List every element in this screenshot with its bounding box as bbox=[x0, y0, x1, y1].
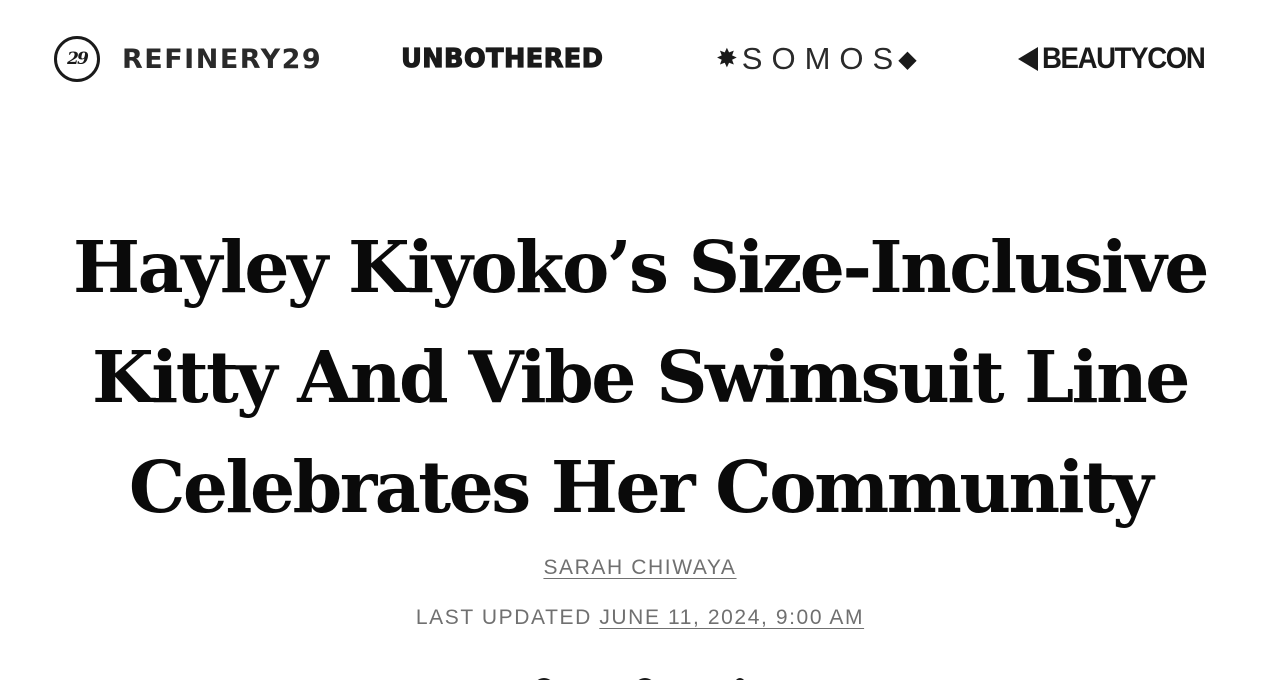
brand-bar: 29 REFINERY29 UNBOTHERED ✸ SOMOS ◆ BEAUT… bbox=[0, 30, 1280, 88]
beautycon-link[interactable]: BEAUTYCON bbox=[1018, 30, 1219, 88]
beautycon-name: BEAUTYCON bbox=[1042, 42, 1206, 75]
refinery29-logo-icon: 29 bbox=[54, 36, 100, 82]
refinery29-name: REFINERY29 bbox=[122, 43, 323, 75]
last-updated: LAST UPDATED JUNE 11, 2024, 9:00 AM bbox=[0, 606, 1280, 630]
byline: SARAH CHIWAYA bbox=[0, 556, 1280, 580]
somos-link[interactable]: ✸ SOMOS ◆ bbox=[716, 30, 917, 88]
article-title-line-3: Celebrates Her Community bbox=[128, 445, 1154, 529]
unbothered-name: UNBOTHERED bbox=[400, 43, 604, 74]
article-page: 29 REFINERY29 UNBOTHERED ✸ SOMOS ◆ BEAUT… bbox=[0, 0, 1280, 680]
refinery29-link[interactable]: 29 REFINERY29 bbox=[54, 30, 322, 88]
article-title-line-2: Kitty And Vibe Swimsuit Line bbox=[92, 335, 1190, 419]
somos-name: SOMOS bbox=[741, 41, 903, 76]
author-link[interactable]: SARAH CHIWAYA bbox=[543, 556, 736, 579]
last-updated-label: LAST UPDATED bbox=[415, 606, 592, 629]
beautycon-arrow-icon bbox=[1018, 47, 1038, 71]
asterisk-star-icon: ✸ bbox=[716, 44, 738, 74]
unbothered-link[interactable]: UNBOTHERED bbox=[399, 30, 605, 88]
article-title: Hayley Kiyoko’s Size-Inclusive Kitty And… bbox=[40, 212, 1240, 542]
diamond-icon: ◆ bbox=[898, 45, 917, 73]
article-title-line-1: Hayley Kiyoko’s Size-Inclusive bbox=[73, 225, 1209, 309]
refinery29-logo-text: 29 bbox=[67, 49, 89, 69]
last-updated-date[interactable]: JUNE 11, 2024, 9:00 AM bbox=[599, 606, 864, 629]
share-row bbox=[0, 672, 1280, 680]
